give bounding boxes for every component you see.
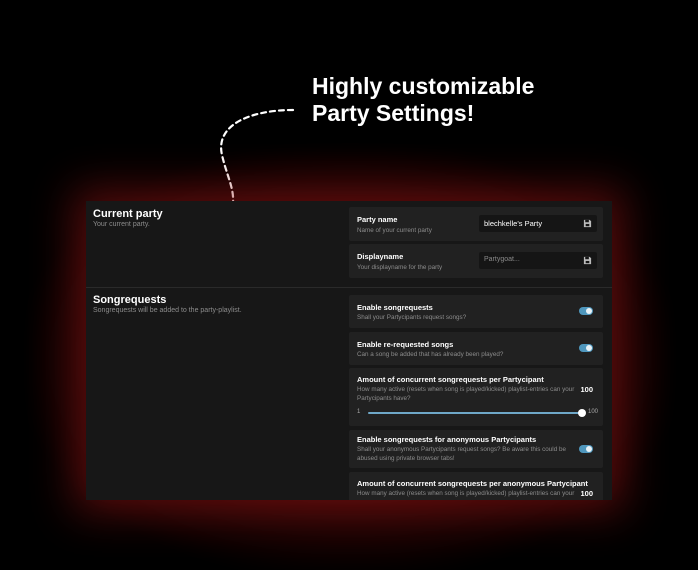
concurrent-setting: Amount of concurrent songrequests per Pa… — [349, 368, 603, 426]
save-icon[interactable] — [583, 256, 592, 265]
party-name-label: Party name — [357, 215, 398, 224]
displayname-label: Displayname — [357, 252, 404, 261]
concurrent-description: How many active (resets when song is pla… — [357, 386, 575, 402]
anonymous-label: Enable songrequests for anonymous Partyc… — [357, 435, 537, 444]
promo-headline: Highly customizable Party Settings! — [312, 73, 535, 126]
displayname-description: Your displayname for the party — [357, 264, 443, 271]
anonymous-description: Shall your anonymous Partycipants reques… — [357, 446, 566, 462]
party-name-description: Name of your current party — [357, 227, 432, 234]
slider-max-label: 100 — [588, 409, 599, 415]
settings-panel: Current party Your current party. Party … — [86, 201, 612, 500]
anonymous-setting: Enable songrequests for anonymous Partyc… — [349, 430, 603, 468]
section-title-songrequests: Songrequests — [93, 294, 167, 306]
concurrent-slider-thumb[interactable] — [578, 409, 586, 417]
enable-songrequests-label: Enable songrequests — [357, 303, 433, 312]
section-title-current-party: Current party — [93, 208, 163, 220]
concurrent-slider-track[interactable] — [368, 412, 582, 414]
anonymous-toggle[interactable] — [579, 445, 593, 453]
rerequest-description: Can a song be added that has already bee… — [357, 351, 504, 358]
displayname-setting: Displayname Your displayname for the par… — [349, 244, 603, 278]
concurrent-label: Amount of concurrent songrequests per Pa… — [357, 375, 544, 384]
displayname-placeholder: Partygoat... — [484, 256, 520, 263]
concurrent-value: 100 — [580, 385, 593, 394]
anon-concurrent-description: How many active (resets when song is pla… — [357, 490, 575, 497]
party-name-value: blechkelle's Party — [484, 219, 543, 228]
rerequest-label: Enable re-requested songs — [357, 340, 454, 349]
enable-songrequests-description: Shall your Partycipants request songs? — [357, 314, 467, 321]
save-icon[interactable] — [583, 219, 592, 228]
section-desc-songrequests: Songrequests will be added to the party-… — [93, 307, 242, 314]
slider-min-label: 1 — [357, 409, 361, 415]
anon-concurrent-setting: Amount of concurrent songrequests per an… — [349, 472, 603, 500]
enable-songrequests-toggle[interactable] — [579, 307, 593, 315]
displayname-input[interactable]: Partygoat... — [479, 252, 597, 269]
anon-concurrent-label: Amount of concurrent songrequests per an… — [357, 479, 588, 488]
rerequest-setting: Enable re-requested songs Can a song be … — [349, 332, 603, 365]
rerequest-toggle[interactable] — [579, 344, 593, 352]
enable-songrequests-setting: Enable songrequests Shall your Partycipa… — [349, 295, 603, 328]
party-name-input[interactable]: blechkelle's Party — [479, 215, 597, 232]
section-desc-current-party: Your current party. — [93, 221, 150, 228]
anon-concurrent-value: 100 — [580, 489, 593, 498]
party-name-setting: Party name Name of your current party bl… — [349, 207, 603, 241]
section-divider — [86, 287, 612, 288]
